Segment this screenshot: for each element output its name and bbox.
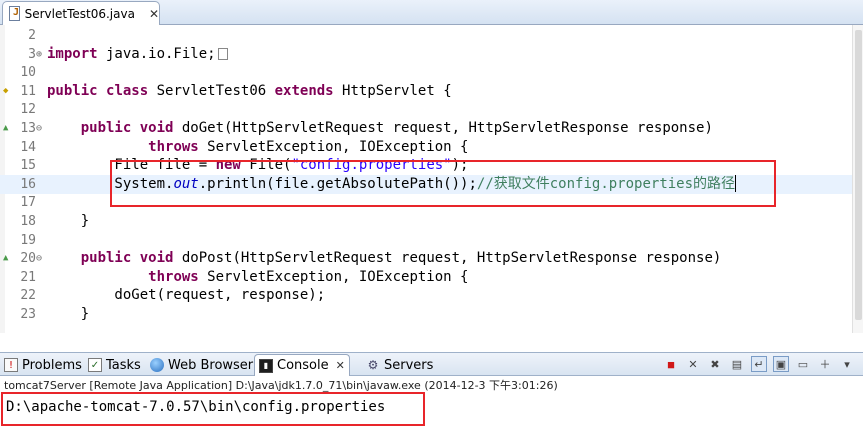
tab-web-browser[interactable]: Web Browser bbox=[150, 354, 253, 376]
editor-tab-servlettest06[interactable]: ServletTest06.java ✕ bbox=[2, 1, 160, 25]
scrollbar-thumb[interactable] bbox=[855, 30, 862, 320]
console-icon: ▮ bbox=[259, 358, 273, 373]
word-wrap-icon[interactable]: ↵ bbox=[751, 356, 767, 372]
tab-tasks[interactable]: ✓ Tasks bbox=[88, 354, 141, 376]
console-highlight-box bbox=[1, 392, 425, 426]
code-line[interactable]: 22 doGet(request, response); bbox=[0, 286, 863, 305]
collapse-fold-icon[interactable]: ⊖ bbox=[36, 119, 42, 138]
code-line[interactable]: 2 bbox=[0, 26, 863, 45]
pin-console-icon[interactable]: ▣ bbox=[773, 356, 789, 372]
code-text: } bbox=[47, 213, 90, 229]
code-line[interactable]: 19 bbox=[0, 231, 863, 250]
line-number: 13 bbox=[20, 121, 36, 136]
code-text: doGet(request, response); bbox=[47, 287, 326, 304]
tasks-icon: ✓ bbox=[88, 358, 102, 372]
servers-icon: ⚙ bbox=[367, 358, 379, 372]
code-text: public class ServletTest06 extends HttpS… bbox=[47, 82, 452, 99]
console-toolbar: ■ ✕ ✖ ▤ ↵ ▣ ▭ ＋ ▾ bbox=[663, 355, 855, 373]
code-text: public void doPost(HttpServletRequest re… bbox=[80, 250, 722, 267]
line-number: 17 bbox=[20, 195, 36, 211]
close-icon[interactable]: ✕ bbox=[336, 359, 345, 372]
line-number: 18 bbox=[20, 214, 36, 229]
line-number: 21 bbox=[20, 269, 36, 285]
scroll-lock-icon[interactable]: ▤ bbox=[729, 356, 745, 372]
line-number: 19 bbox=[20, 232, 36, 248]
code-text: throws ServletException, IOException { bbox=[148, 268, 469, 285]
tab-console[interactable]: ▮ Console ✕ bbox=[254, 354, 350, 376]
line-number: 20 bbox=[20, 251, 36, 267]
display-console-icon[interactable]: ▭ bbox=[795, 356, 811, 372]
warning-marker-icon: ◆ bbox=[3, 85, 9, 96]
problems-icon: ! bbox=[4, 358, 18, 372]
editor-tab-bar: ServletTest06.java ✕ bbox=[0, 0, 863, 25]
line-number: 3 bbox=[28, 46, 36, 62]
line-number: 16 bbox=[20, 176, 36, 192]
code-highlight-box bbox=[110, 160, 776, 207]
remove-launch-icon[interactable]: ✕ bbox=[685, 356, 701, 372]
code-line[interactable]: 23 } bbox=[0, 305, 863, 324]
tab-problems[interactable]: ! Problems bbox=[4, 354, 82, 376]
remove-all-icon[interactable]: ✖ bbox=[707, 356, 723, 372]
code-line[interactable]: ◆ 11 public class ServletTest06 extends Ht… bbox=[0, 82, 863, 101]
expand-fold-icon[interactable]: ⊕ bbox=[36, 45, 42, 64]
code-line[interactable]: 21 throws ServletException, IOException … bbox=[0, 268, 863, 287]
globe-icon bbox=[150, 358, 164, 372]
code-text: public void doGet(HttpServletRequest req… bbox=[80, 120, 713, 136]
line-number: 10 bbox=[20, 65, 36, 81]
line-number: 22 bbox=[20, 288, 36, 304]
code-text: } bbox=[47, 306, 90, 322]
code-text: import java.io.File; bbox=[47, 45, 228, 64]
code-line[interactable]: ▲ 13 ⊖ public void doGet(HttpServletReques… bbox=[0, 119, 863, 138]
tab-servers-label: Servers bbox=[384, 357, 434, 373]
code-line[interactable]: ▲ 20 ⊖ public void doPost(HttpServletReque… bbox=[0, 249, 863, 268]
line-number: 11 bbox=[20, 83, 36, 99]
line-number: 15 bbox=[20, 158, 36, 174]
folded-region-icon[interactable] bbox=[217, 47, 228, 60]
tab-servers[interactable]: ⚙ Servers bbox=[366, 354, 434, 376]
override-marker-icon: ▲ bbox=[3, 123, 9, 133]
code-line[interactable]: 18 } bbox=[0, 212, 863, 231]
line-number: 14 bbox=[20, 139, 36, 155]
tab-problems-label: Problems bbox=[22, 357, 82, 373]
new-console-icon[interactable]: ＋ bbox=[817, 356, 833, 372]
terminate-icon[interactable]: ■ bbox=[663, 356, 679, 372]
editor-tab-label: ServletTest06.java bbox=[24, 6, 135, 21]
override-marker-icon: ▲ bbox=[3, 253, 9, 264]
code-line[interactable]: 14 throws ServletException, IOException … bbox=[0, 138, 863, 157]
vertical-scrollbar[interactable] bbox=[852, 25, 863, 333]
java-file-icon bbox=[9, 6, 20, 21]
view-menu-icon[interactable]: ▾ bbox=[839, 356, 855, 372]
close-icon[interactable]: ✕ bbox=[149, 7, 159, 21]
tab-web-browser-label: Web Browser bbox=[168, 357, 254, 373]
code-text: throws ServletException, IOException { bbox=[148, 138, 469, 155]
collapse-fold-icon[interactable]: ⊖ bbox=[36, 249, 42, 268]
line-number: 2 bbox=[28, 28, 36, 43]
line-number: 12 bbox=[20, 102, 36, 118]
line-number: 23 bbox=[20, 307, 36, 322]
tab-console-label: Console bbox=[277, 358, 329, 373]
code-line[interactable]: 3 ⊕ import java.io.File; bbox=[0, 45, 863, 64]
tab-tasks-label: Tasks bbox=[106, 357, 141, 373]
code-line[interactable]: 12 bbox=[0, 100, 863, 119]
code-line[interactable]: 10 bbox=[0, 63, 863, 82]
